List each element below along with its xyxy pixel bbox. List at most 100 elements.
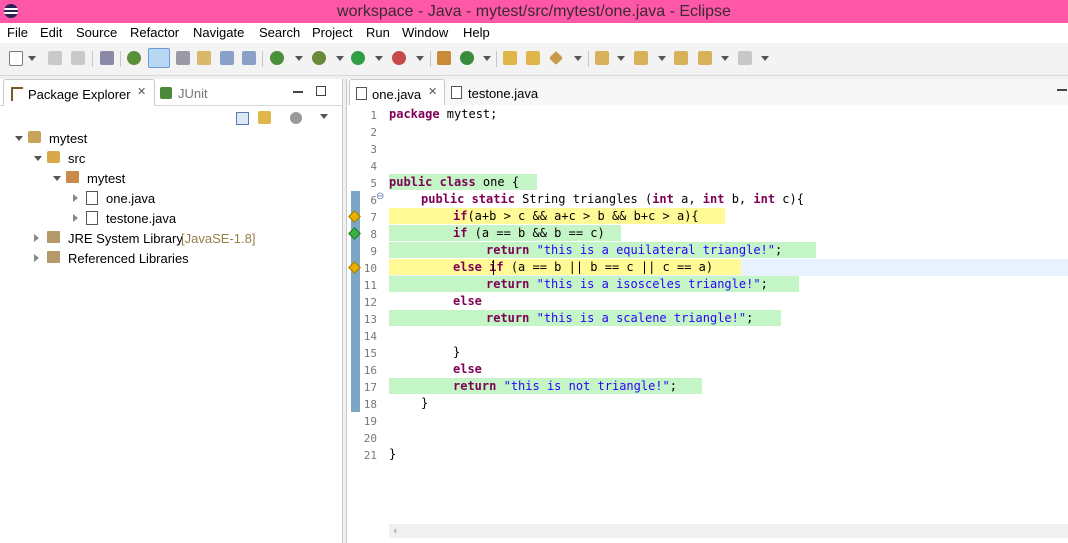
menu-search[interactable]: Search [259, 25, 300, 40]
new-java-package-icon[interactable] [437, 51, 451, 65]
toggle-icon[interactable] [220, 51, 234, 65]
menu-edit[interactable]: Edit [40, 25, 62, 40]
line-number: 17 [363, 381, 377, 394]
close-icon[interactable]: ✕ [428, 85, 437, 98]
run-icon[interactable] [351, 51, 365, 65]
tree-item-label: mytest [87, 171, 126, 186]
tree-item-decoration: [JavaSE-1.8] [181, 231, 256, 246]
save-all-icon[interactable] [71, 51, 85, 65]
code-line-21: } [389, 447, 397, 461]
skip-breakpoints-icon[interactable] [100, 51, 114, 65]
expanded-arrow-icon[interactable] [34, 156, 42, 161]
menu-window[interactable]: Window [402, 25, 448, 40]
back-dropdown-icon[interactable] [721, 56, 729, 61]
tab-label: one.java [372, 87, 422, 102]
line-number: 10 [363, 262, 377, 275]
line-number: 11 [363, 279, 377, 292]
previous-annotation-icon[interactable] [634, 51, 648, 65]
debug-icon[interactable] [312, 51, 326, 65]
java-project-icon [28, 131, 41, 143]
next-annotation-icon[interactable] [595, 51, 609, 65]
coverage-dropdown-icon[interactable] [295, 56, 303, 61]
text-cursor [493, 260, 494, 275]
menu-help[interactable]: Help [463, 25, 490, 40]
next-annotation-dropdown-icon[interactable] [617, 56, 625, 61]
code-line-16: else [453, 362, 482, 376]
menu-file[interactable]: File [7, 25, 28, 40]
line-number: 7 [370, 211, 377, 224]
line-number: 16 [363, 364, 377, 377]
scroll-left-icon[interactable]: ‹ [393, 524, 397, 537]
forward-arrow-icon[interactable] [738, 51, 752, 65]
last-edit-location-icon[interactable] [674, 51, 688, 65]
code-area[interactable]: ⊖ 1 2 3 4 5 6 7 8 9 10 11 12 13 14 15 16… [347, 105, 1068, 525]
line-number: 5 [370, 177, 377, 190]
minimize-icon[interactable] [1057, 89, 1067, 91]
line-number: 21 [363, 449, 377, 462]
debug-dropdown-icon[interactable] [336, 56, 344, 61]
expanded-arrow-icon[interactable] [15, 136, 23, 141]
tab-junit-label[interactable]: JUnit [178, 86, 208, 101]
package-explorer-panel: Package Explorer ✕ JUnit mytest src myte… [0, 79, 343, 543]
back-arrow-icon[interactable] [698, 51, 712, 65]
menu-project[interactable]: Project [312, 25, 352, 40]
new-dropdown-icon[interactable] [28, 56, 36, 61]
java-file-icon [451, 86, 462, 99]
new-class-dropdown-icon[interactable] [483, 56, 491, 61]
collapsed-arrow-icon[interactable] [73, 214, 78, 222]
forward-dropdown-icon[interactable] [761, 56, 769, 61]
line-number: 18 [363, 398, 377, 411]
external-tools-icon[interactable] [392, 51, 406, 65]
tree-item-label: Referenced Libraries [68, 251, 189, 266]
external-tools-dropdown-icon[interactable] [416, 56, 424, 61]
java-file-icon [356, 87, 367, 100]
run-dropdown-icon[interactable] [375, 56, 383, 61]
code-line-13: return "this is a scalene triangle!"; [486, 311, 754, 325]
java-file-icon [86, 191, 98, 205]
tab-package-explorer[interactable]: Package Explorer ✕ [3, 79, 155, 106]
library-icon [47, 231, 60, 243]
open-task-icon[interactable] [503, 51, 517, 65]
coverage-icon[interactable] [270, 51, 284, 65]
code-line-12: else [453, 294, 482, 308]
search-tool-icon[interactable] [548, 50, 564, 66]
menu-refactor[interactable]: Refactor [130, 25, 179, 40]
minimize-icon[interactable] [293, 91, 303, 93]
horizontal-scrollbar[interactable]: ‹ [389, 524, 1068, 538]
tab-package-explorer-label: Package Explorer [28, 87, 131, 102]
maximize-icon[interactable] [316, 86, 326, 96]
search-dropdown-icon[interactable] [574, 56, 582, 61]
open-type-icon[interactable] [127, 51, 141, 65]
collapse-all-icon[interactable] [236, 112, 249, 125]
main-toolbar [0, 43, 1068, 76]
new-file-icon[interactable] [9, 51, 23, 66]
block-selection-icon[interactable] [176, 51, 190, 65]
view-menu-focus-icon[interactable] [290, 112, 302, 124]
collapsed-arrow-icon[interactable] [73, 194, 78, 202]
close-icon[interactable]: ✕ [137, 85, 146, 98]
collapsed-arrow-icon[interactable] [34, 254, 39, 262]
show-whitespace-icon[interactable] [197, 51, 211, 65]
menu-run[interactable]: Run [366, 25, 390, 40]
expanded-arrow-icon[interactable] [53, 176, 61, 181]
menu-source[interactable]: Source [76, 25, 117, 40]
mark-occurrences-icon[interactable] [148, 48, 170, 68]
code-line-9: return "this is a equilateral triangle!"… [486, 243, 783, 257]
fold-collapse-icon[interactable]: ⊖ [376, 191, 384, 202]
save-icon[interactable] [48, 51, 62, 65]
package-explorer-icon [11, 87, 23, 101]
collapsed-arrow-icon[interactable] [34, 234, 39, 242]
editor-tab-bar: one.java ✕ testone.java [347, 79, 1068, 106]
title-bar: workspace - Java - mytest/src/mytest/one… [0, 0, 1068, 23]
new-java-class-icon[interactable] [460, 51, 474, 65]
open-folder-icon[interactable] [526, 51, 540, 65]
tree-item-label: testone.java [106, 211, 177, 226]
junit-icon [160, 87, 172, 99]
view-menu-icon[interactable] [320, 114, 328, 119]
code-line-6: public static String triangles (int a, i… [421, 192, 804, 206]
previous-annotation-dropdown-icon[interactable] [658, 56, 666, 61]
paragraph-icon[interactable] [242, 51, 256, 65]
tab-one-java[interactable]: one.java ✕ [349, 79, 445, 106]
menu-navigate[interactable]: Navigate [193, 25, 244, 40]
link-with-editor-icon[interactable] [258, 111, 271, 124]
